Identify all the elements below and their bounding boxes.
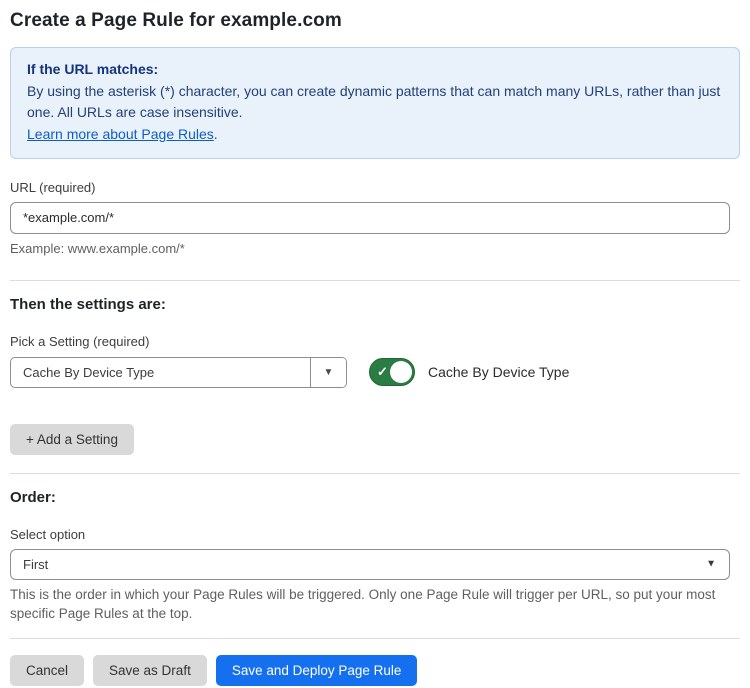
url-label: URL (required) (10, 180, 740, 195)
divider (10, 280, 740, 281)
page-title: Create a Page Rule for example.com (10, 8, 740, 32)
order-heading: Order: (10, 489, 740, 506)
url-match-info-box: If the URL matches: By using the asteris… (10, 47, 740, 159)
divider (10, 473, 740, 474)
settings-heading: Then the settings are: (10, 296, 740, 313)
setting-select-arrow-button[interactable]: ▼ (310, 358, 346, 387)
info-box-heading: If the URL matches: (27, 59, 723, 81)
setting-select[interactable]: Cache By Device Type ▼ (10, 357, 347, 388)
learn-more-link[interactable]: Learn more about Page Rules (27, 126, 214, 142)
add-setting-button[interactable]: + Add a Setting (10, 424, 134, 455)
link-period: . (214, 126, 218, 142)
save-and-deploy-button[interactable]: Save and Deploy Page Rule (216, 655, 418, 686)
setting-select-value: Cache By Device Type (11, 358, 310, 387)
toggle-label: Cache By Device Type (428, 364, 569, 380)
setting-row: Cache By Device Type ▼ ✓ Cache By Device… (10, 357, 740, 388)
save-as-draft-button[interactable]: Save as Draft (93, 655, 207, 686)
toggle-knob (390, 361, 412, 383)
check-icon: ✓ (377, 365, 388, 378)
order-select-label: Select option (10, 527, 740, 542)
create-page-rule-panel: Create a Page Rule for example.com If th… (0, 0, 750, 686)
url-example-text: Example: www.example.com/* (10, 241, 740, 256)
cache-by-device-type-toggle[interactable]: ✓ (369, 358, 415, 386)
order-select[interactable]: First ▼ (10, 549, 730, 580)
info-box-body: By using the asterisk (*) character, you… (27, 81, 723, 124)
cancel-button[interactable]: Cancel (10, 655, 84, 686)
chevron-down-icon: ▼ (706, 559, 716, 570)
action-bar: Cancel Save as Draft Save and Deploy Pag… (10, 655, 740, 686)
order-select-value: First (23, 557, 48, 572)
divider (10, 638, 740, 639)
url-input[interactable] (10, 202, 730, 234)
info-box-link-line: Learn more about Page Rules. (27, 124, 723, 146)
chevron-down-icon: ▼ (324, 367, 334, 378)
pick-setting-label: Pick a Setting (required) (10, 334, 740, 349)
order-description: This is the order in which your Page Rul… (10, 585, 734, 624)
